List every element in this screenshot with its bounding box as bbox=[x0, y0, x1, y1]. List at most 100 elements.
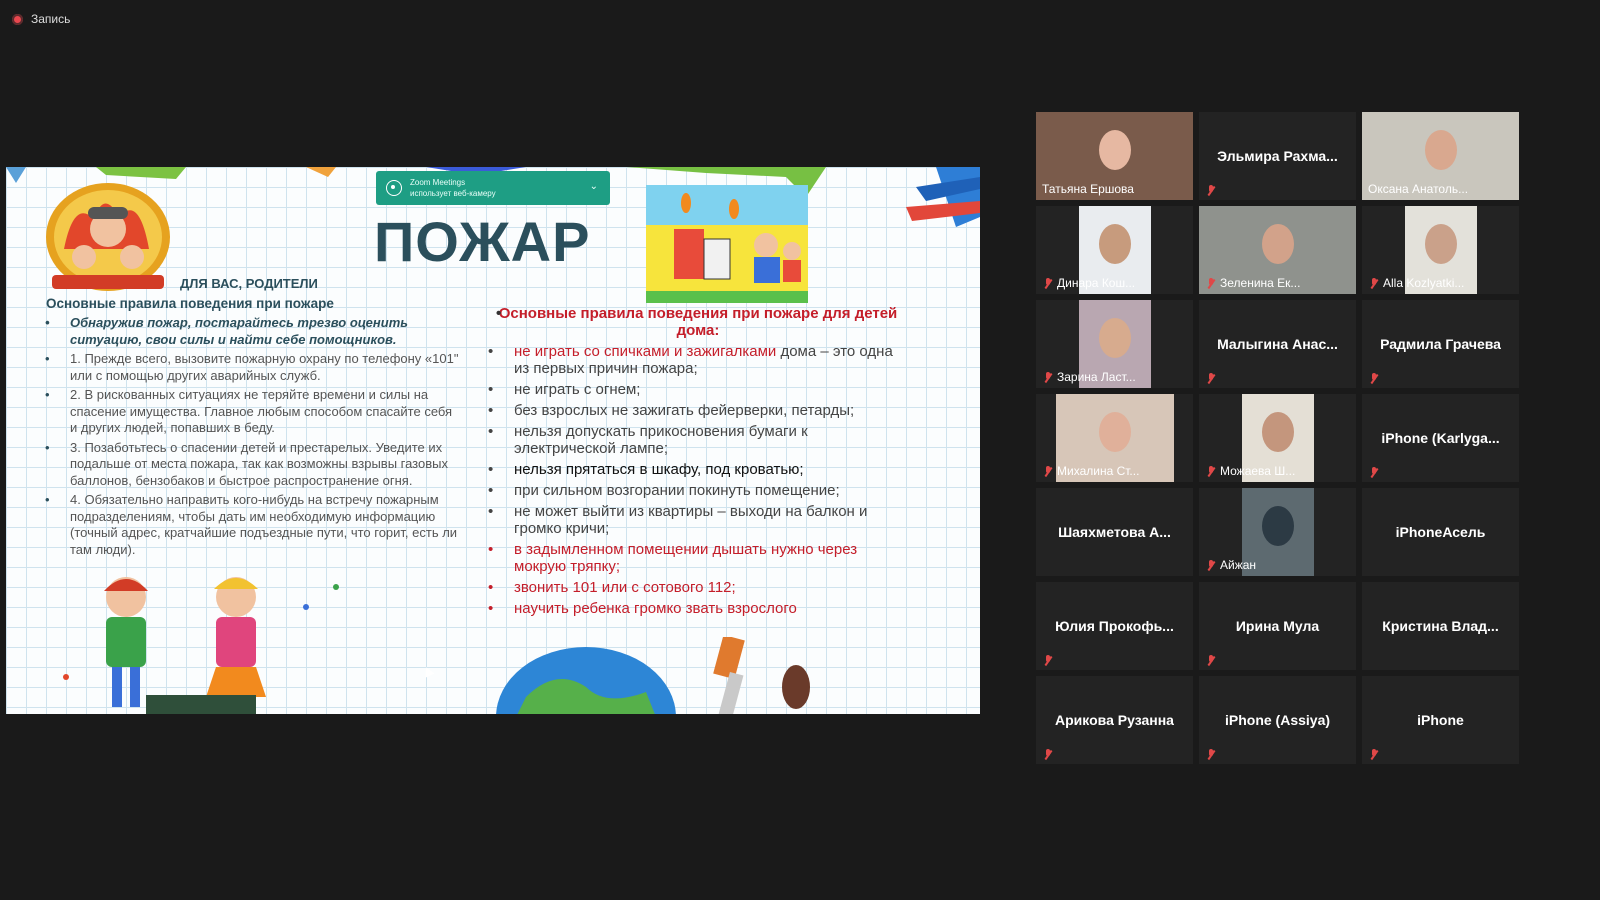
participant-caption bbox=[1205, 654, 1217, 666]
muted-mic-icon bbox=[1042, 654, 1054, 666]
webcam-notification[interactable]: Zoom Meetings использует веб-камеру ⌄ bbox=[376, 171, 610, 205]
participant-face bbox=[1261, 412, 1294, 452]
firefighter-emblem bbox=[46, 183, 170, 291]
notification-title: Zoom Meetings bbox=[410, 178, 466, 187]
muted-mic-icon bbox=[1205, 277, 1217, 289]
list-item: 3. Позаботьтесь о спасении детей и прест… bbox=[42, 440, 462, 490]
muted-mic-icon bbox=[1042, 277, 1054, 289]
participant-caption bbox=[1042, 654, 1054, 666]
participant-caption bbox=[1042, 748, 1054, 760]
participant-name: Айжан bbox=[1220, 558, 1257, 572]
participant-face bbox=[1261, 506, 1294, 546]
participant-tile[interactable]: Динара Кош... bbox=[1036, 206, 1193, 294]
list-item: в задымленном помещении дышать нужно чер… bbox=[486, 541, 906, 575]
participant-caption bbox=[1368, 748, 1380, 760]
children-rules-list: не играть со спичками и зажигалками дома… bbox=[486, 343, 906, 621]
participant-name: Зеленина Ек... bbox=[1220, 276, 1301, 290]
participant-tile[interactable]: Можаева Ш... bbox=[1199, 394, 1356, 482]
muted-mic-icon bbox=[1042, 371, 1054, 383]
participant-name: Можаева Ш... bbox=[1220, 464, 1296, 478]
muted-mic-icon bbox=[1205, 465, 1217, 477]
participant-caption: Можаева Ш... bbox=[1205, 464, 1295, 478]
participant-tile[interactable]: Радмила Грачева bbox=[1362, 300, 1519, 388]
list-item: 1. Прежде всего, вызовите пожарную охран… bbox=[42, 351, 462, 384]
chevron-down-icon[interactable]: ⌄ bbox=[590, 181, 598, 192]
participant-tile[interactable]: Эльмира Рахма... bbox=[1199, 112, 1356, 200]
recording-label: Запись bbox=[31, 12, 71, 26]
participant-name: Юлия Прокофь... bbox=[1055, 618, 1174, 634]
list-item: Обнаружив пожар, постарайтесь трезво оце… bbox=[42, 315, 462, 348]
participant-tile[interactable]: iPhone bbox=[1362, 676, 1519, 764]
list-item: 2. В рискованных ситуациях не теряйте вр… bbox=[42, 387, 462, 437]
participant-face bbox=[1098, 412, 1131, 452]
muted-mic-icon bbox=[1205, 748, 1217, 760]
list-item: не играть с огнем; bbox=[486, 381, 906, 398]
participant-caption: Зеленина Ек... bbox=[1205, 276, 1300, 290]
list-item-highlight: не играть со спичками и зажигалками bbox=[514, 343, 777, 360]
muted-mic-icon bbox=[1368, 372, 1380, 384]
list-item: не может выйти из квартиры – выходи на б… bbox=[486, 503, 906, 537]
participant-tile[interactable]: Кристина Влад... bbox=[1362, 582, 1519, 670]
muted-mic-icon bbox=[1205, 184, 1217, 196]
participant-caption bbox=[1368, 466, 1380, 478]
participant-name: iPhone (Karlyga... bbox=[1381, 430, 1500, 446]
globe-illustration bbox=[496, 637, 810, 714]
participant-tile[interactable]: Айжан bbox=[1199, 488, 1356, 576]
record-dot-icon bbox=[12, 13, 23, 25]
participant-face bbox=[1424, 224, 1457, 264]
participant-tile[interactable]: Михалина Ст... bbox=[1036, 394, 1193, 482]
participant-name: Татьяна Ершова bbox=[1042, 182, 1134, 196]
participant-tile[interactable]: iPhone (Karlyga... bbox=[1362, 394, 1519, 482]
muted-mic-icon bbox=[1042, 465, 1054, 477]
list-item: нельзя допускать прикосновения бумаги к … bbox=[486, 423, 906, 457]
participant-name: Ирина Мула bbox=[1235, 618, 1320, 634]
participant-name: Кристина Влад... bbox=[1382, 618, 1499, 634]
participant-name: Арикова Рузанна bbox=[1055, 712, 1174, 728]
list-item: при сильном возгорании покинуть помещени… bbox=[486, 482, 906, 499]
participant-name: iPhone bbox=[1417, 712, 1464, 728]
participant-gallery: Татьяна Ершова Эльмира Рахма... Оксана Ана… bbox=[1036, 112, 1524, 770]
participant-caption: Татьяна Ершова bbox=[1042, 182, 1134, 196]
participant-name: Динара Кош... bbox=[1057, 276, 1136, 290]
parents-label: ДЛЯ ВАС, РОДИТЕЛИ bbox=[180, 276, 318, 291]
participant-tile[interactable]: iPhoneАсель bbox=[1362, 488, 1519, 576]
participant-face bbox=[1098, 130, 1131, 170]
children-illustration bbox=[63, 577, 339, 714]
webcam-icon bbox=[386, 180, 402, 196]
participant-tile[interactable]: Юлия Прокофь... bbox=[1036, 582, 1193, 670]
participant-tile[interactable]: Шаяхметова А... bbox=[1036, 488, 1193, 576]
list-item: нельзя прятаться в шкафу, под кроватью; bbox=[486, 461, 906, 478]
participant-tile[interactable]: Alla Kozlyatki... bbox=[1362, 206, 1519, 294]
participant-name: Малыгина Анас... bbox=[1217, 336, 1338, 352]
list-item: научить ребенка громко звать взрослого bbox=[486, 600, 906, 617]
participant-name: Михалина Ст... bbox=[1057, 464, 1140, 478]
parent-rules-list: Обнаружив пожар, постарайтесь трезво оце… bbox=[42, 315, 462, 561]
participant-caption: Alla Kozlyatki... bbox=[1368, 276, 1464, 290]
participant-caption: Айжан bbox=[1205, 558, 1256, 572]
participant-caption: Михалина Ст... bbox=[1042, 464, 1139, 478]
participant-tile[interactable]: Арикова Рузанна bbox=[1036, 676, 1193, 764]
participant-name: Эльмира Рахма... bbox=[1217, 148, 1338, 164]
participant-tile[interactable]: Оксана Анатоль... bbox=[1362, 112, 1519, 200]
participant-tile[interactable]: iPhone (Assiya) bbox=[1199, 676, 1356, 764]
recording-indicator[interactable]: Запись bbox=[12, 12, 70, 26]
participant-tile[interactable]: Татьяна Ершова bbox=[1036, 112, 1193, 200]
participant-face bbox=[1098, 224, 1131, 264]
participant-caption bbox=[1368, 372, 1380, 384]
fire-safety-poster bbox=[646, 185, 808, 303]
participant-name: Шаяхметова А... bbox=[1058, 524, 1171, 540]
participant-name: Радмила Грачева bbox=[1380, 336, 1501, 352]
participant-caption: Динара Кош... bbox=[1042, 276, 1135, 290]
participant-name: iPhoneАсель bbox=[1395, 524, 1486, 540]
participant-name: Зарина Ласт... bbox=[1057, 370, 1136, 384]
slide-title: ПОЖАР bbox=[374, 210, 591, 273]
participant-tile[interactable]: Зеленина Ек... bbox=[1199, 206, 1356, 294]
muted-mic-icon bbox=[1042, 748, 1054, 760]
participant-tile[interactable]: Малыгина Анас... bbox=[1199, 300, 1356, 388]
participant-tile[interactable]: Зарина Ласт... bbox=[1036, 300, 1193, 388]
muted-mic-icon bbox=[1368, 277, 1380, 289]
list-item: не играть со спичками и зажигалками дома… bbox=[486, 343, 906, 377]
participant-caption bbox=[1205, 372, 1217, 384]
participant-tile[interactable]: Ирина Мула bbox=[1199, 582, 1356, 670]
notification-text: использует веб-камеру bbox=[410, 189, 496, 198]
